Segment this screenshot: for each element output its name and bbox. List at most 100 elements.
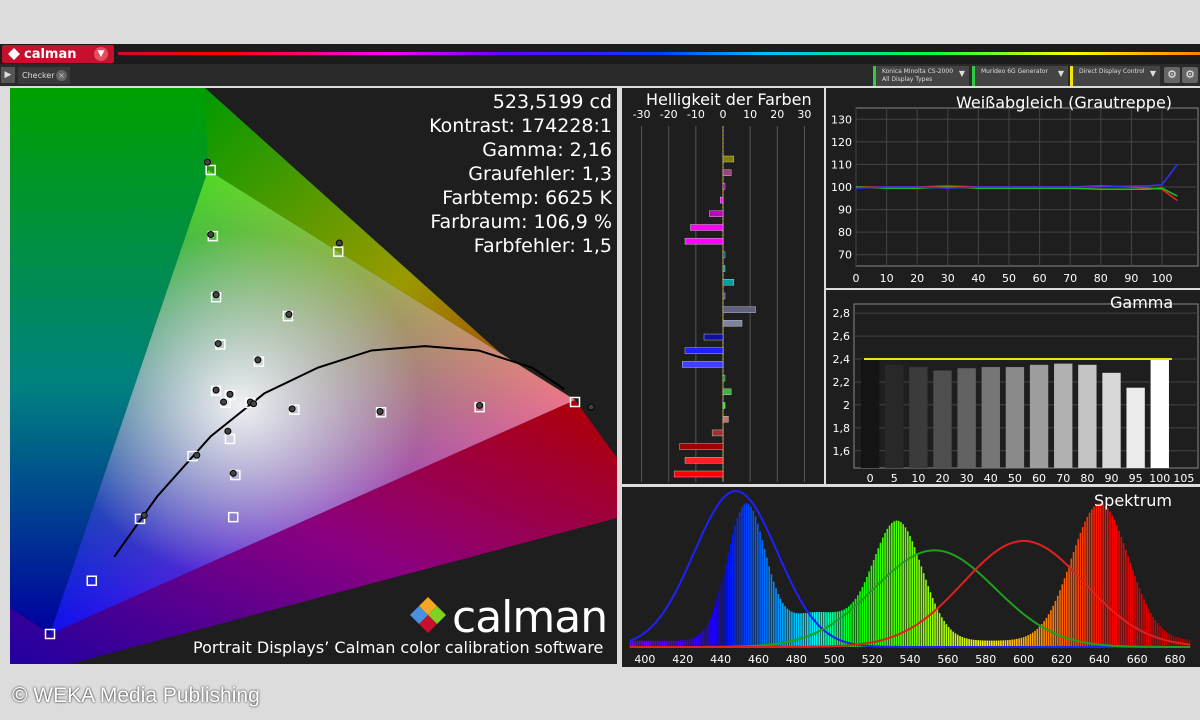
device-display-button[interactable]: Direct Display Control ▼ [1070,66,1160,86]
gamma-bar [981,367,1000,468]
device-meter-button[interactable]: Konica Minolta CS-2000 All Display Types… [873,66,969,86]
settings-icon[interactable]: ⚙ [1182,67,1198,83]
gamma-x-tick-label: 20 [936,472,950,484]
spectrum-band [931,598,934,647]
device-meter-name: Konica Minolta CS-2000 [882,68,954,75]
wb-y-tick-label: 130 [831,113,852,126]
spectrum-band [688,639,691,647]
stat-luminance: 523,5199 cd [492,91,612,113]
spectrum-band [736,518,739,647]
white-balance-title: Weißabgleich (Grautreppe) [956,93,1173,112]
gamma-bar [885,364,904,468]
close-icon[interactable]: × [56,70,67,81]
spectrum-band [950,629,952,647]
device-display-name: Direct Display Control [1079,68,1145,75]
rainbow-accent-bar [118,52,1200,55]
spectrum-band [722,573,725,647]
spectrum-x-tick-label: 520 [862,653,883,666]
spectrum-band [763,548,766,647]
spectrum-band [1086,516,1089,647]
spectrum-band [1056,595,1059,647]
brightness-bar [722,251,726,259]
gamma-bar [860,359,880,468]
spectrum-band [779,598,782,647]
wb-y-tick-label: 70 [838,249,852,262]
copyright-notice: © WEKA Media Publishing [12,684,260,707]
spectrum-band [968,639,970,647]
spectrum-band [877,548,880,647]
wb-y-tick-label: 100 [831,181,852,194]
spectrum-x-tick-label: 440 [710,653,731,666]
wb-x-tick-label: 30 [941,272,955,285]
spectrum-band [895,520,898,647]
measured-point [140,511,148,519]
gamma-y-tick-label: 1,8 [833,422,851,435]
spectrum-band [870,565,873,647]
device-generator-button[interactable]: Murideo 6G Generator ▼ [972,66,1068,86]
spectrum-band [1143,599,1145,647]
brightness-bar [722,265,726,272]
spectrum-band [886,528,889,647]
spectrum-band [711,612,714,647]
spectrum-x-tick-label: 580 [975,653,996,666]
spectrum-band [1111,515,1114,647]
brightness-bar [722,183,726,190]
gamma-bar [1005,367,1025,468]
spectrum-band [747,503,750,647]
spectrum-band [716,599,718,647]
spectrum-band [947,627,950,647]
spectrum-band [977,640,980,647]
spectrum-x-tick-label: 660 [1127,653,1148,666]
spectrum-band [827,612,830,647]
spectrum-band [881,537,884,647]
spectrum-band [1016,638,1018,647]
brightness-tick-label: 0 [720,108,727,121]
gamma-bar [1102,372,1121,468]
spectrum-band [861,586,864,647]
spectrum-band [1022,637,1025,647]
spectrum-band [1034,630,1036,647]
spectrum-chart: 400 420 440 460 480 500 520 540 560 580 600 620 640 6… [629,489,1191,666]
spectrum-band [1106,508,1109,647]
wb-x-tick-label: 70 [1063,272,1077,285]
spectrum-band [1159,625,1161,647]
brightness-bar [703,333,724,341]
spectrum-band [1150,612,1152,647]
spectrum-band [904,527,907,647]
gamma-y-tick-label: 2,6 [833,330,851,343]
spectrum-band [759,531,761,647]
wb-x-tick-label: 90 [1124,272,1138,285]
spectrum-band [1147,608,1150,647]
gear-icon[interactable]: ⚙ [1164,67,1180,83]
spectrum-band [1036,628,1039,647]
calman-logo: calman [410,592,608,643]
spectrum-band [1081,527,1084,647]
image-caption: Portrait Displays’ Calman color calibrat… [193,638,604,657]
gamma-bar [1029,364,1049,468]
device-meter-type: All Display Types [882,76,933,83]
chevron-down-icon: ▼ [1057,69,1064,78]
gamma-x-tick-label: 80 [1080,472,1094,484]
spectrum-band [777,593,780,647]
spectrum-band [795,613,798,647]
spectrum-band [1004,640,1007,647]
brightness-bar [679,443,724,450]
spectrum-band [754,516,757,647]
spectrum-band [750,506,752,647]
brightness-tick-label: 20 [770,108,784,121]
spectrum-band [1059,590,1061,647]
spectrum-band [707,623,709,647]
spectrum-band [1129,563,1132,647]
spectrum-band [959,636,961,647]
spectrum-band [1156,623,1159,647]
chevron-right-icon[interactable]: ▶ [1,67,15,83]
wb-x-tick-label: 60 [1033,272,1047,285]
spectrum-band [1079,532,1082,647]
spectrum-band [818,611,820,647]
chevron-down-icon: ▼ [94,47,108,61]
app-menu-button[interactable]: calman ▼ [2,45,114,63]
spectrum-band [954,633,957,647]
brightness-bar [722,155,735,163]
spectrum-band [1125,549,1127,647]
brightness-bar [720,196,724,204]
